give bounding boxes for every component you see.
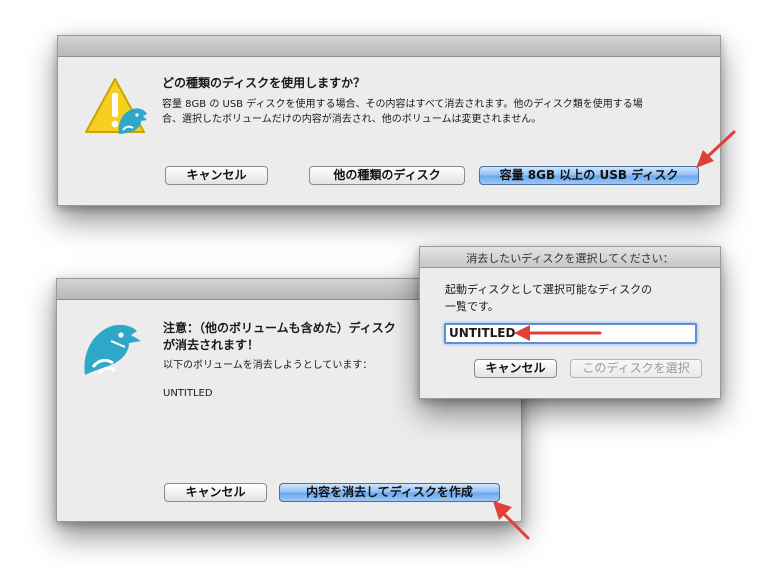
dialog-title: 消去したいディスクを選択してください：: [466, 252, 674, 265]
cancel-button[interactable]: キャンセル: [164, 483, 267, 502]
heading-line: が消去されます！: [163, 338, 260, 352]
select-this-disk-button[interactable]: このディスクを選択: [570, 359, 702, 378]
selected-disk-name: UNTITLED: [449, 326, 516, 340]
dialog-message: 容量 8GB の USB ディスクを使用する場合、その内容はすべて消去されます。…: [162, 97, 707, 127]
heading-line: 注意：（他のボリュームも含めた）ディスク: [163, 321, 396, 335]
red-arrow-annotation: [514, 325, 602, 341]
red-arrow-annotation: [493, 501, 530, 540]
message-line: 容量 8GB の USB ディスクを使用する場合、その内容はすべて消去されます。…: [162, 99, 643, 110]
other-disk-type-button[interactable]: 他の種類のディスク: [309, 166, 465, 185]
dialog-heading: どの種類のディスクを使用しますか？: [162, 76, 366, 90]
red-arrow-annotation: [696, 130, 736, 168]
usb-disk-button[interactable]: 容量 8GB 以上の USB ディスク: [479, 166, 699, 185]
instruction-line: 一覧です。: [445, 300, 499, 313]
disk-type-dialog: どの種類のディスクを使用しますか？ 容量 8GB の USB ディスクを使用する…: [57, 35, 721, 206]
cancel-button[interactable]: キャンセル: [165, 166, 268, 185]
dialog-title-bar: 消去したいディスクを選択してください：: [420, 247, 720, 268]
warning-heading: 注意：（他のボリュームも含めた）ディスク が消去されます！: [163, 320, 396, 354]
warning-icon: [85, 78, 147, 134]
cancel-button[interactable]: キャンセル: [474, 359, 557, 378]
volume-name: UNTITLED: [163, 388, 213, 399]
dialog-top-edge: [58, 36, 720, 57]
message-line: 合、選択したボリュームだけの内容が消去され、他のボリュームは変更されません。: [162, 114, 542, 125]
panther-logo-icon: [84, 324, 141, 375]
disk-list-instructions: 起動ディスクとして選択可能なディスクの 一覧です。: [445, 281, 705, 315]
instruction-line: 起動ディスクとして選択可能なディスクの: [445, 283, 653, 296]
erase-message: 以下のボリュームを消去しようとしています：: [163, 360, 373, 371]
erase-and-create-button[interactable]: 内容を消去してディスクを作成: [279, 483, 500, 502]
